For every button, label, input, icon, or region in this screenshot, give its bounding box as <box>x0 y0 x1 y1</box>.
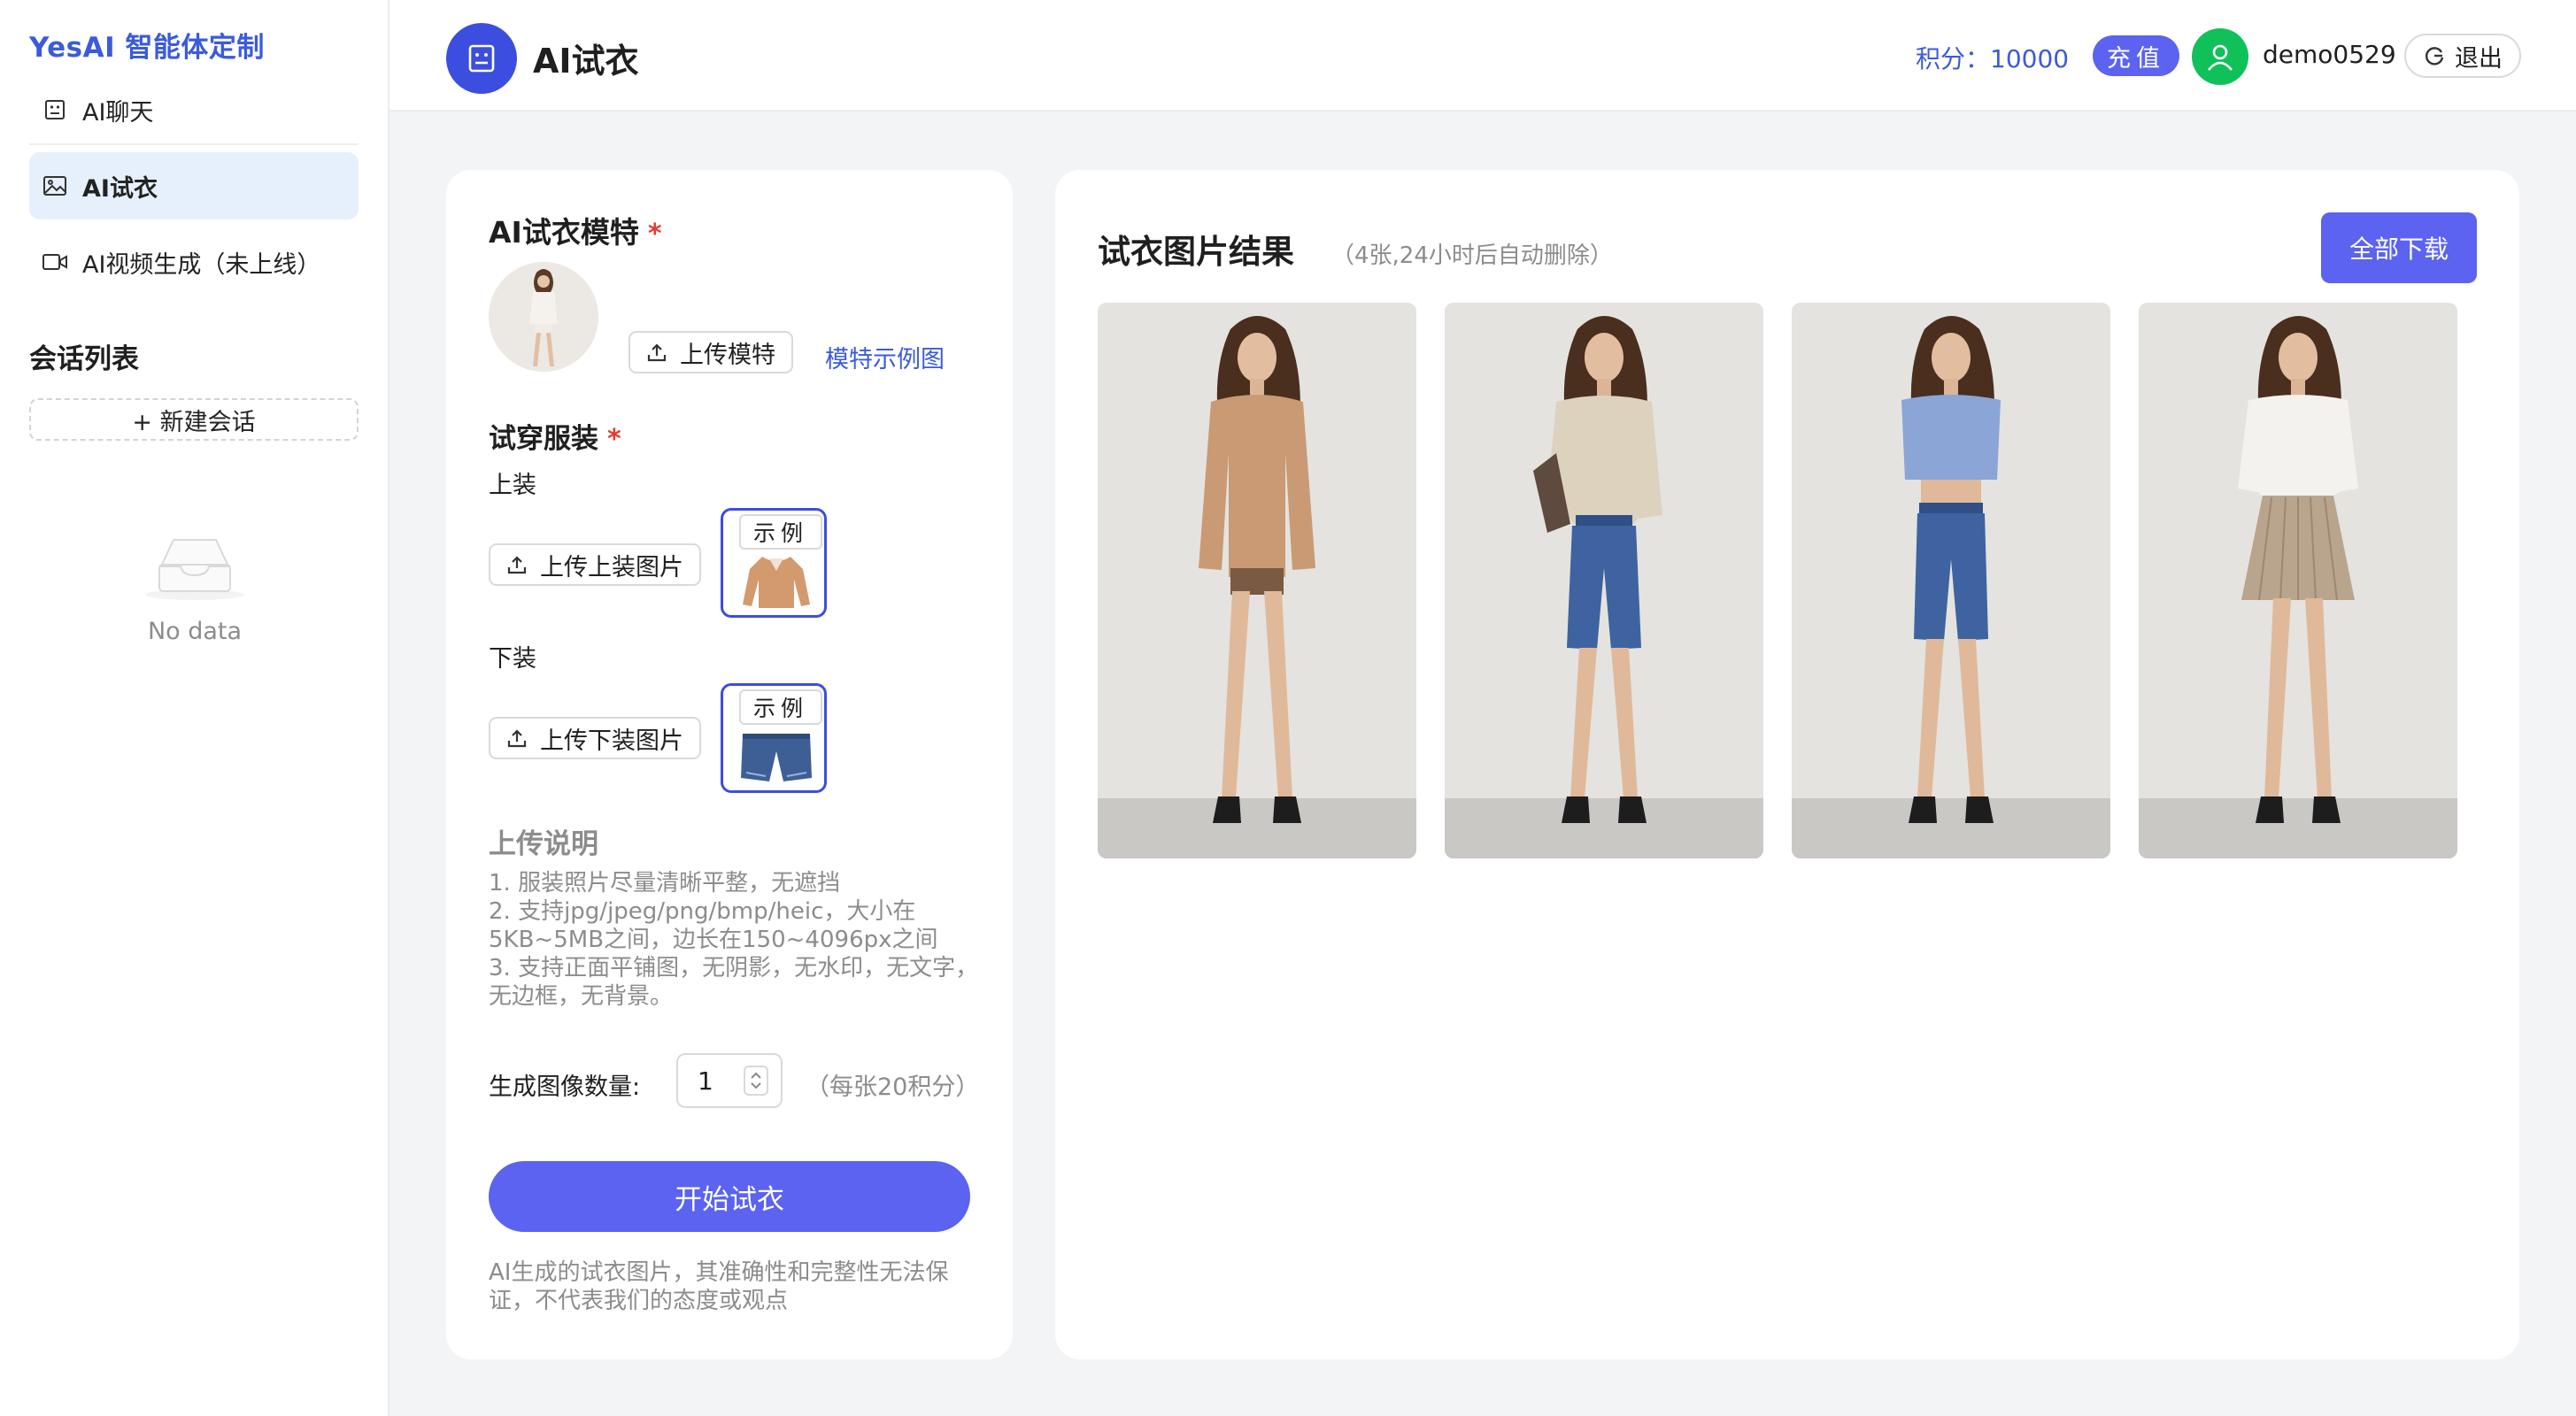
bottom-sample-thumbnail[interactable]: 示例 <box>721 683 827 793</box>
disclaimer-text: AI生成的试衣图片，其准确性和完整性无法保证，不代表我们的态度或观点 <box>489 1259 949 1314</box>
image-icon <box>42 173 68 199</box>
quantity-stepper[interactable]: 1 <box>676 1053 783 1108</box>
logout-button[interactable]: 退出 <box>2404 34 2521 78</box>
upload-notes: 1. 服装照片尽量清晰平整，无遮挡 2. 支持jpg/jpeg/png/bmp/… <box>489 869 984 1011</box>
points-balance: 积分：10000 <box>1916 44 2070 73</box>
required-mark: * <box>607 424 621 455</box>
upload-top-button[interactable]: 上传上装图片 <box>489 543 701 586</box>
upload-icon <box>646 342 667 363</box>
page-title: AI试衣 <box>533 42 639 81</box>
clothes-section-title: 试穿服装 * <box>489 416 621 456</box>
model-thumbnail <box>489 262 598 372</box>
upload-top-label: 上传上装图片 <box>540 553 683 581</box>
upload-notes-title: 上传说明 <box>489 828 598 860</box>
required-mark: * <box>647 219 662 250</box>
bottom-garment-label: 下装 <box>489 645 536 673</box>
sidebar-item-label: AI视频生成（未上线） <box>82 250 321 279</box>
quantity-value: 1 <box>698 1066 713 1096</box>
note-item: 3. 支持正面平铺图，无阴影，无水印，无文字，无边框，无背景。 <box>489 955 979 1010</box>
clothes-section-label: 试穿服装 <box>489 423 598 455</box>
top-sample-thumbnail[interactable]: 示例 <box>721 508 827 618</box>
upload-bottom-button[interactable]: 上传下装图片 <box>489 717 701 759</box>
model-section-label: AI试衣模特 <box>489 215 639 250</box>
quantity-label: 生成图像数量: <box>489 1074 641 1101</box>
sample-tag: 示例 <box>739 689 822 725</box>
logout-label: 退出 <box>2455 44 2503 73</box>
top-header: AI试衣 积分：10000 充值 demo0529 退出 <box>389 0 2576 112</box>
sidebar-item-ai-video[interactable]: AI视频生成（未上线） <box>29 228 359 296</box>
result-image-3[interactable] <box>1792 303 2110 858</box>
sidebar-item-ai-tryon[interactable]: AI试衣 <box>29 152 359 219</box>
stepper-arrows-icon[interactable] <box>744 1066 768 1096</box>
app-logo-icon <box>446 23 517 94</box>
model-section-title: AI试衣模特 * <box>489 209 662 251</box>
result-image-1[interactable] <box>1098 303 1416 858</box>
download-all-button[interactable]: 全部下载 <box>2321 212 2477 283</box>
model-example-link[interactable]: 模特示例图 <box>825 340 945 374</box>
username: demo0529 <box>2263 40 2396 69</box>
upload-bottom-label: 上传下装图片 <box>540 727 683 755</box>
empty-state: No data <box>106 531 283 645</box>
upload-model-label: 上传模特 <box>680 341 775 369</box>
avatar[interactable] <box>2192 28 2248 85</box>
sidebar-item-ai-chat[interactable]: AI聊天 <box>29 76 359 143</box>
recharge-button[interactable]: 充值 <box>2093 35 2179 76</box>
result-title: 试衣图片结果 <box>1098 233 1294 271</box>
upload-model-button[interactable]: 上传模特 <box>629 331 793 373</box>
empty-state-label: No data <box>147 618 243 645</box>
result-image-4[interactable] <box>2139 303 2457 858</box>
upload-icon <box>506 727 528 749</box>
sidebar-item-label: AI聊天 <box>82 98 154 127</box>
tryon-settings-card: AI试衣模特 * 上传模特 模特示例图 试穿服装 * 上装 上传上装图片 示例 <box>446 170 1013 1359</box>
conversation-list-title: 会话列表 <box>29 343 139 375</box>
result-card: 试衣图片结果 （4张,24小时后自动删除） 全部下载 <box>1055 170 2519 1359</box>
note-item: 2. 支持jpg/jpeg/png/bmp/heic，大小在5KB~5MB之间，… <box>489 898 938 953</box>
logout-icon <box>2423 44 2446 67</box>
brand-title: YesAI 智能体定制 <box>29 32 265 64</box>
new-chat-button[interactable]: + 新建会话 <box>29 398 359 441</box>
empty-inbox-icon <box>145 539 244 600</box>
start-tryon-button[interactable]: 开始试衣 <box>489 1161 970 1232</box>
result-subtitle: （4张,24小时后自动删除） <box>1331 242 1613 269</box>
top-garment-label: 上装 <box>489 472 536 499</box>
user-icon <box>2207 44 2233 71</box>
video-icon <box>42 249 68 275</box>
sidebar-item-label: AI试衣 <box>82 174 158 203</box>
quantity-cost-note: （每张20积分） <box>806 1074 980 1101</box>
note-item: 1. 服装照片尽量清晰平整，无遮挡 <box>489 870 841 897</box>
upload-icon <box>506 554 528 575</box>
sample-tag: 示例 <box>739 514 822 550</box>
divider <box>29 143 359 145</box>
result-image-2[interactable] <box>1445 303 1763 858</box>
sidebar: YesAI 智能体定制 AI聊天 AI试衣 AI视频生成（未上线） 会话列表 +… <box>0 0 389 1416</box>
robot-icon <box>42 96 68 123</box>
